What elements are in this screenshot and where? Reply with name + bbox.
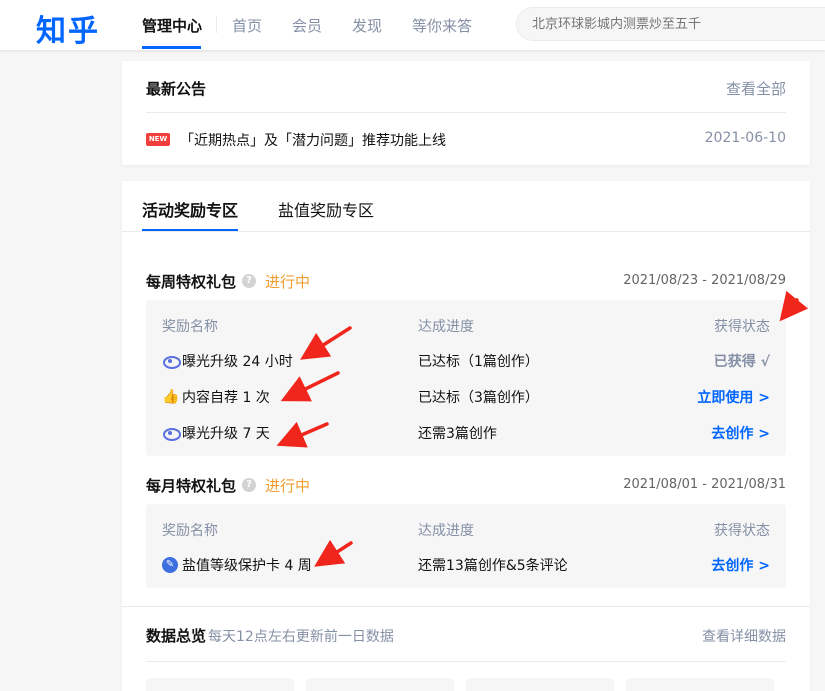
top-header: 知乎 管理中心 首页 会员 发现 等你来答 xyxy=(0,0,825,50)
go-create-button[interactable]: 去创作 > xyxy=(711,555,770,575)
divider xyxy=(146,112,786,113)
tab-salt-rewards[interactable]: 盐值奖励专区 xyxy=(278,197,374,221)
weekly-package-title: 每周特权礼包 xyxy=(146,273,237,291)
reward-name: 内容自荐 1 次 xyxy=(182,390,270,406)
view-details-link[interactable]: 查看详细数据 xyxy=(702,626,786,646)
table-row: 👍 内容自荐 1 次 xyxy=(162,387,270,407)
reward-progress: 还需3篇创作 xyxy=(418,426,497,442)
monthly-package-title: 每月特权礼包 xyxy=(146,477,237,495)
data-stat-card xyxy=(626,678,774,691)
divider xyxy=(146,661,786,662)
thumbs-up-icon: 👍 xyxy=(162,389,180,405)
reward-name: 曝光升级 7 天 xyxy=(182,426,270,442)
announcement-card: 最新公告 查看全部 NEW 「近期热点」及「潜力问题」推荐功能上线 2021-0… xyxy=(122,61,810,165)
nav-membership[interactable]: 会员 xyxy=(292,15,322,36)
nav-active-indicator xyxy=(142,46,201,49)
data-stat-card xyxy=(146,678,294,691)
data-overview-title: 数据总览 xyxy=(146,627,207,645)
rewards-card: 活动奖励专区 盐值奖励专区 每周特权礼包 ? 进行中 2021/08/23 - … xyxy=(122,181,810,691)
column-header-progress: 达成进度 xyxy=(418,319,474,335)
reward-progress: 已达标（3篇创作） xyxy=(418,390,539,406)
weekly-date-range: 2021/08/23 - 2021/08/29 xyxy=(623,273,786,288)
divider xyxy=(122,606,810,607)
reward-progress: 还需13篇创作&5条评论 xyxy=(418,558,568,574)
announcement-date: 2021-06-10 xyxy=(704,130,786,146)
tab-activity-rewards[interactable]: 活动奖励专区 xyxy=(142,197,238,221)
pen-icon: ✎ xyxy=(162,557,178,573)
zhihu-logo[interactable]: 知乎 xyxy=(36,6,100,50)
nav-home[interactable]: 首页 xyxy=(232,15,262,36)
reward-name: 盐值等级保护卡 4 周 xyxy=(182,558,312,574)
search-box xyxy=(516,7,825,41)
data-stat-card xyxy=(306,678,454,691)
table-row: 曝光升级 7 天 xyxy=(162,423,270,443)
help-icon[interactable]: ? xyxy=(242,478,256,492)
column-header-progress: 达成进度 xyxy=(418,523,474,539)
use-now-button[interactable]: 立即使用 > xyxy=(697,387,770,407)
announcement-title: 最新公告 xyxy=(146,80,207,98)
reward-name: 曝光升级 24 小时 xyxy=(182,354,293,370)
column-header-state: 获得状态 xyxy=(714,319,770,335)
divider xyxy=(122,231,810,232)
new-badge: NEW xyxy=(146,133,170,146)
nav-discover[interactable]: 发现 xyxy=(352,15,382,36)
table-row: ✎ 盐值等级保护卡 4 周 xyxy=(162,555,312,575)
weekly-rewards-table: 奖励名称 达成进度 获得状态 曝光升级 24 小时 已达标（1篇创作） 已获得 … xyxy=(146,300,786,456)
weekly-status-badge: 进行中 xyxy=(265,273,311,291)
go-create-button[interactable]: 去创作 > xyxy=(711,423,770,443)
nav-waiting-answers[interactable]: 等你来答 xyxy=(412,15,472,36)
nav-divider xyxy=(216,16,217,33)
data-overview-subtitle: 每天12点左右更新前一日数据 xyxy=(208,629,394,645)
monthly-status-badge: 进行中 xyxy=(265,477,311,495)
eye-icon xyxy=(162,353,181,369)
column-header-name: 奖励名称 xyxy=(162,319,218,335)
eye-icon xyxy=(162,425,181,441)
help-icon[interactable]: ? xyxy=(242,274,256,288)
reward-obtained-status: 已获得 √ xyxy=(713,354,770,370)
column-header-state: 获得状态 xyxy=(714,523,770,539)
column-header-name: 奖励名称 xyxy=(162,523,218,539)
announcement-view-all-link[interactable]: 查看全部 xyxy=(726,78,786,99)
announcement-link[interactable]: 「近期热点」及「潜力问题」推荐功能上线 xyxy=(180,130,446,150)
monthly-date-range: 2021/08/01 - 2021/08/31 xyxy=(623,477,786,492)
search-input[interactable] xyxy=(532,16,812,31)
table-row: 曝光升级 24 小时 xyxy=(162,351,293,371)
nav-management-center[interactable]: 管理中心 xyxy=(142,15,202,36)
monthly-rewards-table: 奖励名称 达成进度 获得状态 ✎ 盐值等级保护卡 4 周 还需13篇创作&5条评… xyxy=(146,504,786,588)
data-stat-card xyxy=(466,678,614,691)
reward-progress: 已达标（1篇创作） xyxy=(418,354,539,370)
